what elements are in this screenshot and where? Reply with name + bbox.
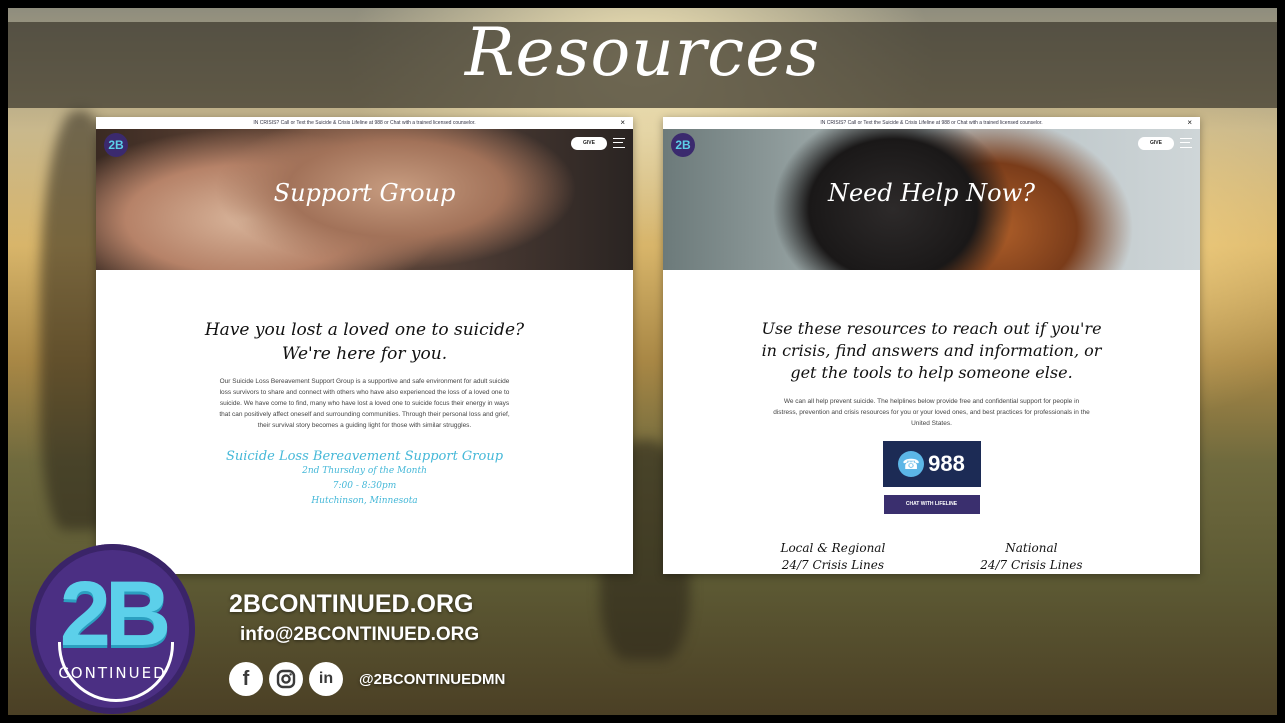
heading-line: get the tools to help someone else. (790, 363, 1073, 382)
lifeline-988-badge[interactable]: ☎ 988 (882, 441, 981, 487)
description-paragraph: We can all help prevent suicide. The hel… (773, 398, 1090, 427)
local-line-1: Local & Regional (780, 541, 886, 555)
group-title: Suicide Loss Bereavement Support Group (225, 449, 504, 464)
slide-title: Resources (464, 14, 821, 91)
crisis-banner: IN CRISIS? Call or Text the Suicide & Cr… (663, 117, 1200, 129)
heading-line: We're here for you. (281, 344, 448, 364)
social-links: f in @2BCONTINUEDMN (229, 662, 505, 696)
group-when: 2nd Thursday of the Month (302, 466, 427, 476)
national-crisis-lines[interactable]: National 24/7 Crisis Lines (980, 540, 1082, 574)
heading-line: Use these resources to reach out if you'… (761, 319, 1102, 338)
site-logo[interactable]: 2B (671, 133, 695, 157)
lifeline-number: 988 (928, 451, 965, 476)
chat-with-lifeline-button[interactable]: CHAT WITH LIFELINE (883, 495, 980, 514)
national-line-1: National (1005, 541, 1058, 555)
close-icon[interactable]: × (1187, 117, 1192, 129)
2b-continued-logo: 2B CONTINUED (30, 544, 195, 714)
group-info: Suicide Loss Bereavement Support Group 2… (96, 449, 633, 509)
group-time: 7:00 - 8:30pm (332, 481, 397, 491)
site-logo[interactable]: 2B (104, 133, 128, 157)
section-heading: Have you lost a loved one to suicide? We… (96, 318, 633, 366)
hero-title: Need Help Now? (827, 179, 1036, 207)
heading-line: in crisis, find answers and information,… (761, 341, 1102, 360)
crisis-lines: Local & Regional 24/7 Crisis Lines Natio… (663, 540, 1200, 574)
menu-icon[interactable] (1180, 138, 1192, 148)
facebook-icon: f (229, 662, 263, 696)
social-handle: @2BCONTINUEDMN (359, 670, 506, 688)
close-icon[interactable]: × (620, 117, 625, 129)
crisis-banner-text: IN CRISIS? Call or Text the Suicide & Cr… (253, 120, 476, 126)
group-where: Hutchinson, Minnesota (311, 496, 418, 506)
give-button[interactable]: GIVE (571, 137, 607, 150)
hero-title: Support Group (273, 179, 456, 207)
local-crisis-lines[interactable]: Local & Regional 24/7 Crisis Lines (780, 540, 885, 574)
phone-icon: ☎ (898, 451, 925, 477)
crisis-banner-text: IN CRISIS? Call or Text the Suicide & Cr… (820, 120, 1043, 126)
instagram-icon (269, 662, 303, 696)
hero-banner: 2B GIVE Need Help Now? (663, 129, 1200, 270)
support-group-screenshot: IN CRISIS? Call or Text the Suicide & Cr… (96, 117, 633, 574)
crisis-banner: IN CRISIS? Call or Text the Suicide & Cr… (96, 117, 633, 129)
logo-subtext: CONTINUED (58, 664, 167, 682)
national-line-2: 24/7 Crisis Lines (980, 558, 1083, 572)
local-line-2: 24/7 Crisis Lines (781, 558, 885, 572)
linkedin-icon: in (309, 662, 343, 696)
hero-banner: 2B GIVE Support Group (96, 129, 633, 270)
website-url: 2BCONTINUED.ORG (229, 590, 474, 618)
email-address: info@2BCONTINUED.ORG (240, 624, 480, 645)
need-help-screenshot: IN CRISIS? Call or Text the Suicide & Cr… (663, 117, 1200, 574)
description-paragraph: Our Suicide Loss Bereavement Support Gro… (219, 378, 510, 429)
menu-icon[interactable] (613, 138, 625, 148)
heading-line: Have you lost a loved one to suicide? (204, 320, 525, 340)
give-button[interactable]: GIVE (1138, 137, 1174, 150)
section-heading: Use these resources to reach out if you'… (663, 318, 1200, 384)
